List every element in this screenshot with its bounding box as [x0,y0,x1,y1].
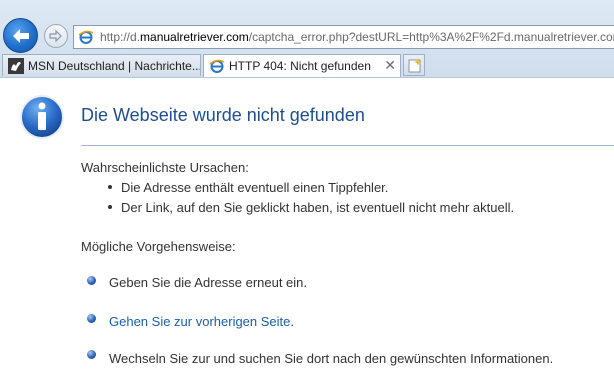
page-title: Die Webseite wurde nicht gefunden [81,105,365,125]
tab-http-404-label: HTTP 404: Nicht gefunden [229,59,371,73]
tab-msn-label: MSN Deutschland | Nachrichte... [28,59,201,73]
forward-button[interactable] [44,24,68,48]
tab-http-404[interactable]: HTTP 404: Nicht gefunden ✕ [203,54,401,77]
close-tab-icon[interactable]: ✕ [384,57,396,74]
actions-title: Mögliche Vorgehensweise: [81,239,236,254]
back-button[interactable] [3,18,38,53]
divider [81,145,614,146]
action-item: Wechseln Sie zur und suchen Sie dort nac… [109,351,554,366]
msn-butterfly-icon [8,58,24,74]
new-tab-button[interactable] [403,54,425,76]
forward-arrow-icon [49,29,62,43]
new-tab-icon [408,58,422,73]
action-item: Gehen Sie zur vorherigen Seite. [109,314,295,329]
action-item: Geben Sie die Adresse erneut ein. [109,275,308,290]
cause-item: Der Link, auf den Sie geklickt haben, is… [121,200,515,215]
address-url: http://d.manualretriever.com/captcha_err… [100,30,614,44]
blue-bullet-icon [87,350,96,359]
previous-page-link[interactable]: Gehen Sie zur vorherigen Seite [109,314,290,329]
causes-title: Wahrscheinlichste Ursachen: [81,160,249,175]
info-icon [20,95,64,139]
bullet-dot [108,185,112,189]
address-bar[interactable]: http://d.manualretriever.com/captcha_err… [73,25,614,49]
ie-page-icon [209,59,225,73]
ie-page-icon [78,30,94,44]
browser-toolbar: http://d.manualretriever.com/captcha_err… [0,0,614,78]
cause-item: Die Adresse enthält eventuell einen Tipp… [121,180,389,195]
tab-msn[interactable]: MSN Deutschland | Nachrichte... [2,54,201,76]
bullet-dot [108,205,112,209]
back-arrow-icon [13,29,29,43]
blue-bullet-icon [87,314,96,323]
blue-bullet-icon [87,276,96,285]
tab-strip: MSN Deutschland | Nachrichte... HTTP 404… [0,54,614,77]
